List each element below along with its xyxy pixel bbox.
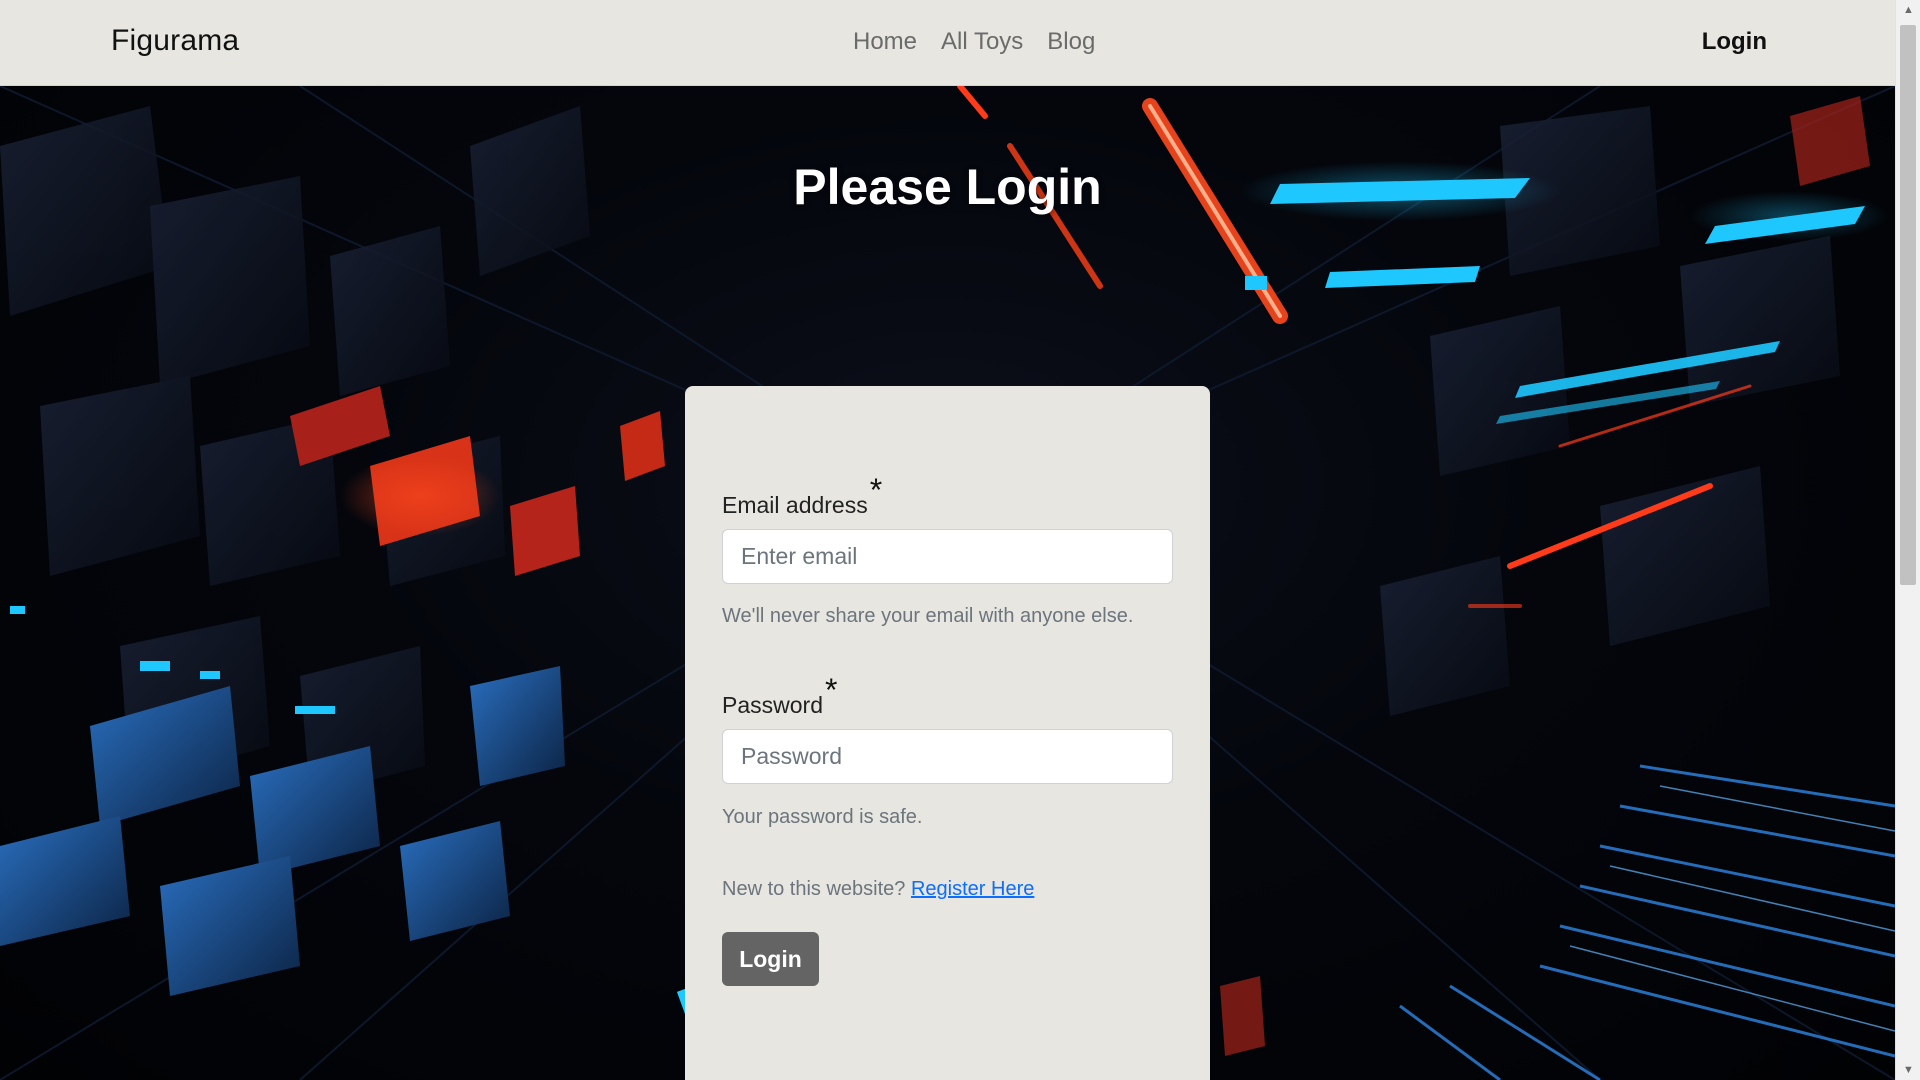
brand-logo-link[interactable]: Figurama [111,24,239,58]
navbar: Figurama Home All Toys Blog Login [0,0,1895,86]
nav-login-link[interactable]: Login [1702,28,1767,56]
password-input[interactable] [722,729,1173,784]
password-label: Password* [722,672,837,721]
password-label-text: Password [722,692,823,718]
password-required-mark: * [824,672,838,708]
email-label-text: Email address [722,492,868,518]
register-prompt: New to this website? Register Here [722,878,1034,901]
nav-link-blog[interactable]: Blog [1047,28,1095,56]
password-help-text: Your password is safe. [722,806,923,828]
login-hero: Please Login Email address* We'll never … [0,86,1895,1080]
scrollbar-thumb[interactable] [1900,25,1916,585]
page-scrollbar[interactable]: ▲ ▼ [1895,0,1920,1080]
login-form-card: Email address* We'll never share your em… [685,386,1210,1080]
email-label: Email address* [722,472,882,521]
nav-links: Home All Toys Blog [853,28,1095,56]
email-required-mark: * [869,472,883,508]
page-title: Please Login [793,159,1102,215]
nav-link-all-toys[interactable]: All Toys [941,28,1023,56]
register-link[interactable]: Register Here [911,878,1034,900]
scroll-up-arrow-icon[interactable]: ▲ [1896,0,1920,20]
login-submit-button[interactable]: Login [722,932,819,986]
register-prompt-text: New to this website? [722,878,906,900]
email-input[interactable] [722,529,1173,584]
email-help-text: We'll never share your email with anyone… [722,605,1134,627]
scroll-down-arrow-icon[interactable]: ▼ [1896,1060,1920,1080]
nav-link-home[interactable]: Home [853,28,917,56]
